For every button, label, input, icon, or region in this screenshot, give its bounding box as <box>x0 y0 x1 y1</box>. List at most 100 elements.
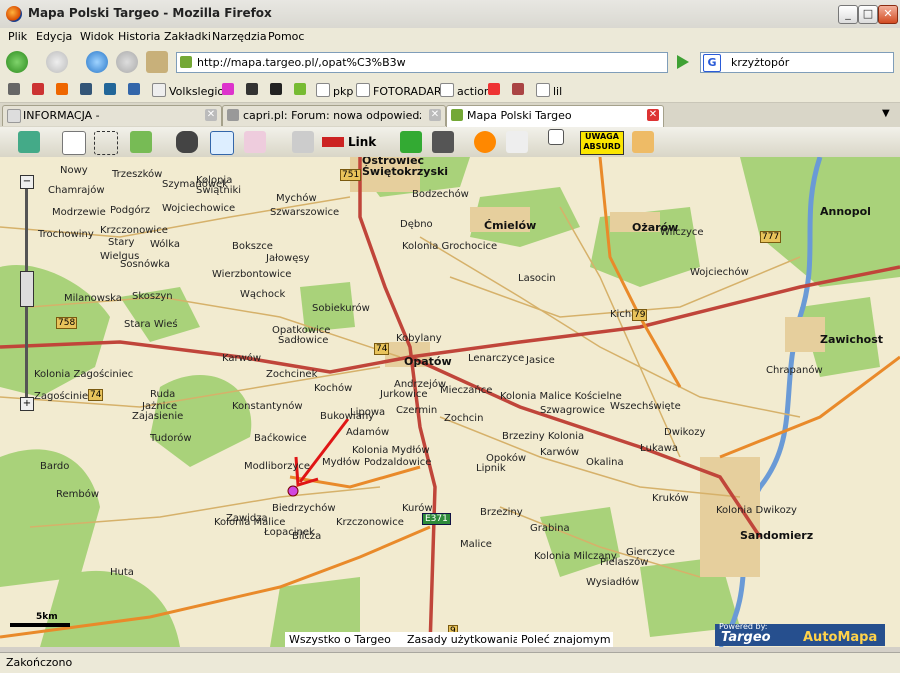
town-label: Kolonia Mydłów <box>352 445 430 456</box>
map-toolbar: Link <box>0 127 900 158</box>
bookmarks-toolbar: Volkslegion pkp FOTORADARY action lil <box>0 78 900 103</box>
town-label: Jałowęsy <box>266 253 310 264</box>
town-label: Wszechświęte <box>610 401 681 412</box>
tab-list-dropdown-icon[interactable]: ▼ <box>882 108 890 119</box>
bookmark-icon-1[interactable] <box>8 83 23 96</box>
bookmark-icon-2[interactable] <box>32 83 47 96</box>
menu-widok[interactable]: Widok <box>80 30 114 43</box>
route-ab-icon[interactable] <box>244 131 266 153</box>
bookmark-icon-12[interactable] <box>512 83 527 96</box>
town-label: Wielgus <box>100 251 140 262</box>
road-number-751: 751 <box>340 169 362 181</box>
town-label: Podzaldowice <box>364 457 432 468</box>
home-icon[interactable] <box>146 51 168 73</box>
tab-mapa-targeo[interactable]: Mapa Polski Targeo ✕ <box>446 105 664 128</box>
targeo-favicon-icon <box>451 109 463 121</box>
town-label: Czermin <box>396 405 438 416</box>
tab-informacja[interactable]: INFORMACJA - ✕ <box>2 105 222 126</box>
help-icon[interactable] <box>474 131 496 153</box>
menu-narzedzia[interactable]: Narzędzia <box>212 30 267 43</box>
go-arrow-icon[interactable] <box>672 52 692 72</box>
zoom-out-button[interactable]: − <box>20 175 34 189</box>
town-zawichost: Zawichost <box>820 333 884 346</box>
town-label: Grabina <box>530 523 570 534</box>
town-label: Stara Wieś <box>124 319 178 330</box>
town-label: Zochcinek <box>266 369 318 380</box>
menu-edycja[interactable]: Edycja <box>36 30 72 43</box>
feedback-icon[interactable] <box>506 131 528 153</box>
town-label: Kolonia Grochocice <box>402 241 498 252</box>
town-label: Dębno <box>400 219 433 230</box>
forward-arrow-icon[interactable] <box>46 51 68 73</box>
stop-icon[interactable] <box>116 51 138 73</box>
download-icon[interactable] <box>18 131 40 153</box>
menu-historia[interactable]: Historia <box>118 30 160 43</box>
link-polec-znajomym[interactable]: Poleć znajomym <box>517 632 613 647</box>
map-canvas[interactable]: − + Ostrowiec Świętokrzyski Ćmielów Ożaró… <box>0 157 900 647</box>
camera-icon[interactable] <box>432 131 454 153</box>
uwaga-absurd-badge[interactable]: UWAGA ABSURD <box>580 131 624 155</box>
menu-plik[interactable]: Plik <box>8 30 27 43</box>
town-label: Rembów <box>56 489 100 500</box>
town-label: Lasocin <box>518 273 556 284</box>
town-label: Jasice <box>526 355 555 366</box>
link-wszystko-o-targeo[interactable]: Wszystko o Targeo <box>285 632 403 647</box>
bookmark-lil[interactable]: lil <box>536 83 562 98</box>
town-label: Zagościniec <box>34 391 94 402</box>
town-label: Mydłów <box>322 457 361 468</box>
town-sandomierz: Sandomierz <box>740 529 814 542</box>
bookmark-icon-10[interactable] <box>294 83 309 96</box>
town-label: Wysiadłów <box>586 577 640 588</box>
maximize-button[interactable]: □ <box>858 5 878 24</box>
uwaga-checkbox[interactable] <box>548 129 564 145</box>
tab-capri-forum[interactable]: capri.pl: Forum: nowa odpowiedź w w... ✕ <box>222 105 446 126</box>
bookmark-action[interactable]: action <box>440 83 491 98</box>
town-label: Bardo <box>40 461 70 472</box>
bookmark-icon-6[interactable] <box>128 83 143 96</box>
bookmark-icon-4[interactable] <box>80 83 95 96</box>
bookmark-icon-7[interactable] <box>222 83 237 96</box>
menu-pomoc[interactable]: Pomoc <box>268 30 304 43</box>
back-arrow-icon[interactable] <box>6 51 28 73</box>
tools-icon[interactable] <box>632 131 654 153</box>
close-tab-icon[interactable]: ✕ <box>205 109 217 121</box>
tab-bar: INFORMACJA - ✕ capri.pl: Forum: nowa odp… <box>0 103 900 128</box>
zoom-in-button[interactable]: + <box>20 397 34 411</box>
bookmark-icon-11[interactable] <box>488 83 503 96</box>
link-zasady-uzytkowania[interactable]: Zasady użytkowania <box>403 632 520 647</box>
bookmark-icon-8[interactable] <box>246 83 261 96</box>
close-tab-icon[interactable]: ✕ <box>429 109 441 121</box>
road-number-74-west: 74 <box>88 389 104 401</box>
zoom-slider-handle[interactable] <box>20 271 34 307</box>
bookmark-icon-3[interactable] <box>56 83 71 96</box>
search-input[interactable]: G krzyżtopór <box>700 52 894 73</box>
select-rectangle-icon[interactable] <box>94 131 118 155</box>
binoculars-icon[interactable] <box>176 131 198 153</box>
bookmark-pkp[interactable]: pkp <box>316 83 353 98</box>
email-icon[interactable] <box>400 131 422 153</box>
link-button[interactable]: Link <box>322 135 376 149</box>
url-bar[interactable]: http://mapa.targeo.pl/,opat%C3%B3w <box>176 52 668 73</box>
site-favicon-icon <box>180 56 192 68</box>
bookmark-icon-9[interactable] <box>270 83 285 96</box>
town-label: Wólka <box>150 239 180 250</box>
minimize-button[interactable]: _ <box>838 5 858 24</box>
route-flag-icon[interactable] <box>130 131 152 153</box>
bookmark-icon-5[interactable] <box>104 83 119 96</box>
pan-hand-icon[interactable] <box>62 131 86 155</box>
town-label: Zochcin <box>444 413 484 424</box>
reload-icon[interactable] <box>86 51 108 73</box>
close-button[interactable]: ✕ <box>878 5 898 24</box>
targeo-automapa-logo[interactable]: Powered by: Targeo AutoMapa <box>715 622 885 646</box>
checkbox-map-icon[interactable] <box>210 131 234 155</box>
town-label: Brzeziny Kolonia <box>502 431 585 442</box>
town-label: Ruda <box>150 389 176 400</box>
print-icon[interactable] <box>292 131 314 153</box>
google-search-engine-icon[interactable]: G <box>703 54 721 72</box>
bookmark-fotoradary[interactable]: FOTORADARY <box>356 83 448 98</box>
town-opatow: Opatów <box>404 355 452 368</box>
town-label: Trochowiny <box>38 229 94 240</box>
menu-zakladki[interactable]: Zakładki <box>164 30 211 43</box>
bookmark-volkslegion[interactable]: Volkslegion <box>152 83 231 98</box>
close-tab-icon[interactable]: ✕ <box>647 109 659 121</box>
